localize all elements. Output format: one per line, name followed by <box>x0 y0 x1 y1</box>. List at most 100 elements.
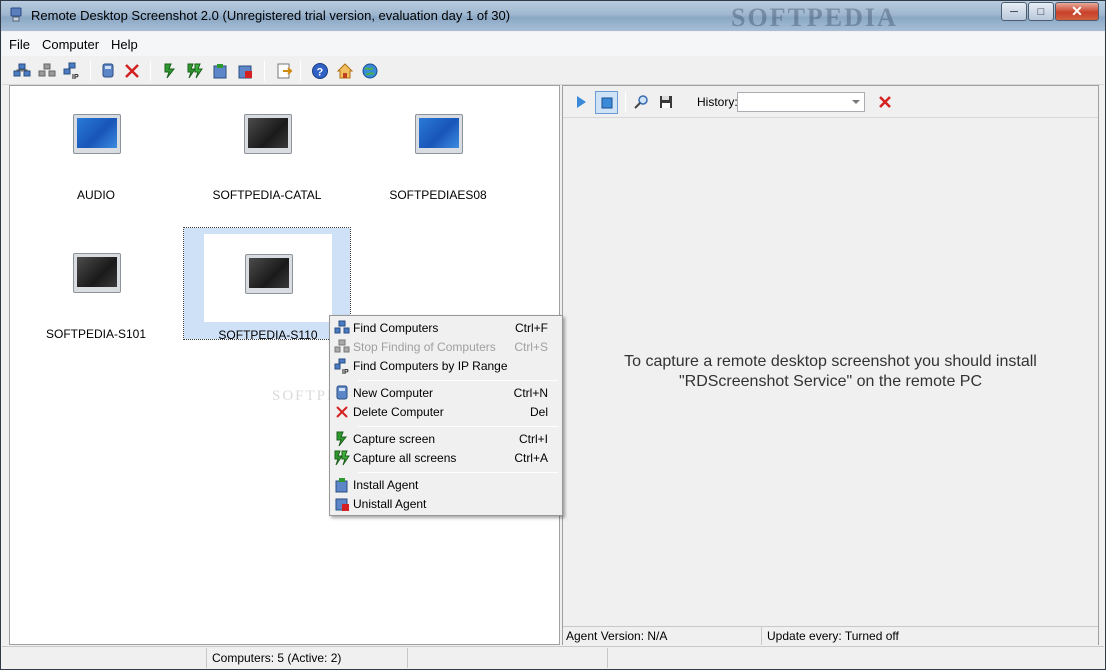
computer-item[interactable]: SOFTPEDIA-CATAL <box>183 88 351 202</box>
menu-item-shortcut: Ctrl+A <box>514 451 548 465</box>
menu-item-stop-finding[interactable]: Stop Finding of Computers Ctrl+S <box>332 338 560 357</box>
magnifier-icon <box>634 95 648 109</box>
status-divider <box>761 627 762 645</box>
minimize-button[interactable]: ─ <box>1001 2 1027 21</box>
capture-all-icon <box>334 450 350 466</box>
delete-icon <box>336 406 348 418</box>
uninstall-agent-icon <box>335 498 349 511</box>
close-icon: ✕ <box>1071 3 1083 19</box>
menu-item-install-agent[interactable]: Install Agent <box>332 476 560 495</box>
history-label: History: <box>697 95 738 109</box>
menu-item-label: Unistall Agent <box>353 497 427 511</box>
stop-finding-button[interactable] <box>37 61 57 81</box>
menu-item-delete-computer[interactable]: Delete Computer Del <box>332 403 560 422</box>
menu-item-find-by-ip[interactable]: IP Find Computers by IP Range <box>332 357 560 376</box>
app-icon <box>10 7 22 22</box>
menu-computer[interactable]: Computer <box>37 37 104 52</box>
capture-screen-icon <box>336 431 348 447</box>
computer-name: SOFTPEDIA-S110 <box>218 328 318 342</box>
stop-icon <box>601 97 612 108</box>
find-computers-button[interactable] <box>12 61 32 81</box>
stop-finding-icon <box>38 63 56 77</box>
menu-item-find-computers[interactable]: Find Computers Ctrl+F <box>332 319 560 338</box>
delete-computer-button[interactable] <box>122 61 142 81</box>
play-button[interactable] <box>571 92 591 112</box>
capture-all-screens-icon <box>187 63 203 79</box>
toolbar-separator <box>300 61 301 81</box>
menu-item-capture-screen[interactable]: Capture screen Ctrl+I <box>332 430 560 449</box>
title-bar[interactable]: Remote Desktop Screenshot 2.0 (Unregiste… <box>1 1 1105 32</box>
stop-button[interactable] <box>595 91 618 114</box>
new-computer-icon <box>102 63 114 78</box>
window-title: Remote Desktop Screenshot 2.0 (Unregiste… <box>31 8 511 23</box>
help-icon: ? <box>312 63 328 79</box>
save-button[interactable] <box>656 92 676 112</box>
uninstall-agent-button[interactable] <box>235 61 255 81</box>
find-by-ip-icon: IP <box>63 62 79 80</box>
computer-item[interactable]: SOFTPEDIA-S101 <box>12 227 180 341</box>
menu-item-uninstall-agent[interactable]: Unistall Agent <box>332 495 560 514</box>
uninstall-agent-icon <box>238 65 252 79</box>
history-dropdown[interactable] <box>737 92 865 112</box>
menu-file[interactable]: File <box>4 37 35 52</box>
find-computers-icon <box>13 63 31 77</box>
toolbar-separator <box>264 61 265 81</box>
find-computers-icon <box>334 320 350 334</box>
web-button[interactable] <box>360 61 380 81</box>
install-agent-button[interactable] <box>210 61 230 81</box>
minimize-icon: ─ <box>1010 5 1018 18</box>
install-agent-icon <box>213 64 227 79</box>
menu-item-label: Find Computers by IP Range <box>353 359 508 373</box>
computer-item-selected[interactable]: SOFTPEDIA-S110 <box>183 227 351 342</box>
help-button[interactable]: ? <box>310 61 330 81</box>
close-button[interactable]: ✕ <box>1055 2 1099 21</box>
install-agent-message: To capture a remote desktop screenshot y… <box>583 352 1078 392</box>
status-bar: Computers: 5 (Active: 2) <box>2 646 1104 668</box>
menu-item-label: Capture screen <box>353 432 436 446</box>
clear-history-button[interactable] <box>875 92 895 112</box>
menu-item-label: Capture all screens <box>353 451 457 465</box>
preview-pane: History: To capture a remote desktop scr… <box>562 85 1099 645</box>
menu-separator <box>358 472 558 473</box>
menu-help[interactable]: Help <box>106 37 143 52</box>
preview-toolbar: History: <box>563 86 1098 118</box>
maximize-icon: □ <box>1037 5 1045 18</box>
home-icon <box>336 63 354 79</box>
computer-item[interactable]: AUDIO <box>12 88 180 202</box>
monitor-icon <box>245 254 293 294</box>
svg-text:?: ? <box>317 67 324 79</box>
main-toolbar: IP ? <box>2 57 1104 85</box>
menu-item-shortcut: Ctrl+I <box>518 432 548 446</box>
computer-item[interactable]: SOFTPEDIAES08 <box>354 88 522 202</box>
monitor-icon <box>73 114 121 154</box>
chevron-down-icon <box>852 100 860 104</box>
computer-name: SOFTPEDIA-S101 <box>45 327 147 341</box>
monitor-icon <box>415 114 463 154</box>
export-button[interactable] <box>274 61 294 81</box>
home-button[interactable] <box>335 61 355 81</box>
menu-separator <box>358 380 558 381</box>
update-interval: Update every: Turned off <box>767 629 899 643</box>
context-menu: Find Computers Ctrl+F Stop Finding of Co… <box>329 315 563 516</box>
find-by-ip-button[interactable]: IP <box>62 61 82 81</box>
menu-item-shortcut: Del <box>529 405 548 419</box>
monitor-icon <box>244 114 292 154</box>
capture-screen-button[interactable] <box>160 61 180 81</box>
delete-icon <box>879 96 891 108</box>
menu-separator <box>358 426 558 427</box>
play-icon <box>577 96 586 108</box>
menu-item-capture-all[interactable]: Capture all screens Ctrl+A <box>332 449 560 468</box>
maximize-button[interactable]: □ <box>1028 2 1054 21</box>
watermark-text: SOFTPEDIA <box>731 3 898 32</box>
zoom-button[interactable] <box>631 92 651 112</box>
menu-item-label: Delete Computer <box>353 405 444 419</box>
agent-version: Agent Version: N/A <box>566 629 668 643</box>
install-agent-icon <box>335 478 348 493</box>
preview-status-bar: Agent Version: N/A Update every: Turned … <box>563 626 1098 645</box>
capture-all-screens-button[interactable] <box>185 61 205 81</box>
app-window: Remote Desktop Screenshot 2.0 (Unregiste… <box>0 0 1106 670</box>
menu-bar: File Computer Help <box>2 32 1104 56</box>
menu-item-new-computer[interactable]: New Computer Ctrl+N <box>332 384 560 403</box>
new-computer-button[interactable] <box>98 61 118 81</box>
computer-name: SOFTPEDIA-CATAL <box>212 188 322 202</box>
